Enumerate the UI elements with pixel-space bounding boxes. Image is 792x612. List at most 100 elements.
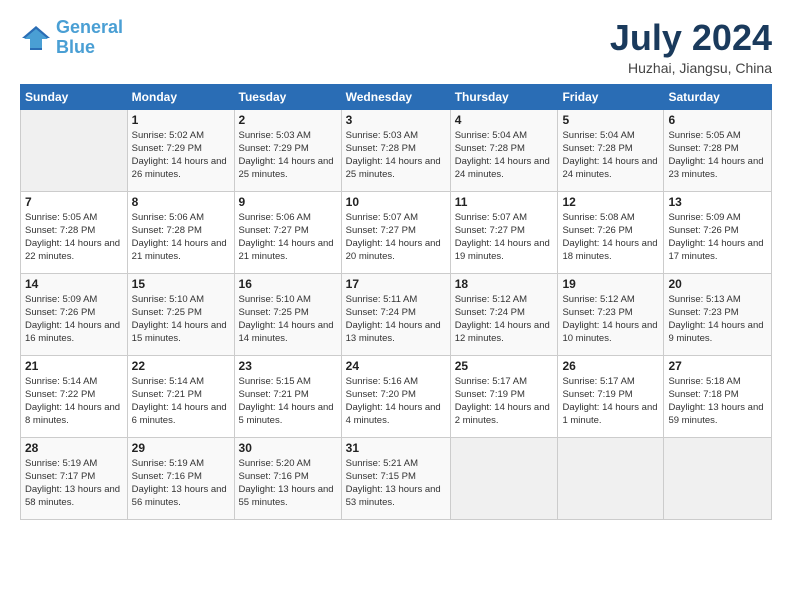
day-info: Sunrise: 5:07 AMSunset: 7:27 PMDaylight:… xyxy=(346,211,446,264)
day-info: Sunrise: 5:04 AMSunset: 7:28 PMDaylight:… xyxy=(455,129,554,182)
calendar-cell: 31 Sunrise: 5:21 AMSunset: 7:15 PMDaylig… xyxy=(341,437,450,519)
logo-icon xyxy=(20,24,52,52)
day-number: 9 xyxy=(239,195,337,209)
logo-text: General Blue xyxy=(56,18,123,58)
logo: General Blue xyxy=(20,18,123,58)
calendar-cell: 16 Sunrise: 5:10 AMSunset: 7:25 PMDaylig… xyxy=(234,273,341,355)
day-info: Sunrise: 5:19 AMSunset: 7:16 PMDaylight:… xyxy=(132,457,230,510)
calendar-cell xyxy=(664,437,772,519)
day-info: Sunrise: 5:20 AMSunset: 7:16 PMDaylight:… xyxy=(239,457,337,510)
col-monday: Monday xyxy=(127,84,234,109)
calendar-cell: 12 Sunrise: 5:08 AMSunset: 7:26 PMDaylig… xyxy=(558,191,664,273)
day-number: 2 xyxy=(239,113,337,127)
day-number: 16 xyxy=(239,277,337,291)
title-block: July 2024 Huzhai, Jiangsu, China xyxy=(610,18,772,76)
day-number: 28 xyxy=(25,441,123,455)
day-info: Sunrise: 5:21 AMSunset: 7:15 PMDaylight:… xyxy=(346,457,446,510)
day-info: Sunrise: 5:06 AMSunset: 7:28 PMDaylight:… xyxy=(132,211,230,264)
calendar-cell: 29 Sunrise: 5:19 AMSunset: 7:16 PMDaylig… xyxy=(127,437,234,519)
day-info: Sunrise: 5:10 AMSunset: 7:25 PMDaylight:… xyxy=(239,293,337,346)
calendar-cell: 13 Sunrise: 5:09 AMSunset: 7:26 PMDaylig… xyxy=(664,191,772,273)
calendar-cell: 21 Sunrise: 5:14 AMSunset: 7:22 PMDaylig… xyxy=(21,355,128,437)
calendar-cell: 14 Sunrise: 5:09 AMSunset: 7:26 PMDaylig… xyxy=(21,273,128,355)
calendar-cell: 4 Sunrise: 5:04 AMSunset: 7:28 PMDayligh… xyxy=(450,109,558,191)
calendar-week-4: 21 Sunrise: 5:14 AMSunset: 7:22 PMDaylig… xyxy=(21,355,772,437)
col-saturday: Saturday xyxy=(664,84,772,109)
calendar-cell xyxy=(450,437,558,519)
calendar-cell: 10 Sunrise: 5:07 AMSunset: 7:27 PMDaylig… xyxy=(341,191,450,273)
calendar-cell: 2 Sunrise: 5:03 AMSunset: 7:29 PMDayligh… xyxy=(234,109,341,191)
calendar-cell xyxy=(21,109,128,191)
day-info: Sunrise: 5:05 AMSunset: 7:28 PMDaylight:… xyxy=(25,211,123,264)
logo-general: General xyxy=(56,17,123,37)
calendar-cell: 27 Sunrise: 5:18 AMSunset: 7:18 PMDaylig… xyxy=(664,355,772,437)
calendar-cell: 20 Sunrise: 5:13 AMSunset: 7:23 PMDaylig… xyxy=(664,273,772,355)
col-friday: Friday xyxy=(558,84,664,109)
calendar-table: Sunday Monday Tuesday Wednesday Thursday… xyxy=(20,84,772,520)
col-tuesday: Tuesday xyxy=(234,84,341,109)
day-number: 4 xyxy=(455,113,554,127)
calendar-cell: 15 Sunrise: 5:10 AMSunset: 7:25 PMDaylig… xyxy=(127,273,234,355)
day-number: 11 xyxy=(455,195,554,209)
day-number: 3 xyxy=(346,113,446,127)
day-info: Sunrise: 5:08 AMSunset: 7:26 PMDaylight:… xyxy=(562,211,659,264)
day-info: Sunrise: 5:16 AMSunset: 7:20 PMDaylight:… xyxy=(346,375,446,428)
calendar-cell: 11 Sunrise: 5:07 AMSunset: 7:27 PMDaylig… xyxy=(450,191,558,273)
calendar-cell: 7 Sunrise: 5:05 AMSunset: 7:28 PMDayligh… xyxy=(21,191,128,273)
day-info: Sunrise: 5:17 AMSunset: 7:19 PMDaylight:… xyxy=(455,375,554,428)
day-info: Sunrise: 5:07 AMSunset: 7:27 PMDaylight:… xyxy=(455,211,554,264)
day-number: 14 xyxy=(25,277,123,291)
calendar-cell: 24 Sunrise: 5:16 AMSunset: 7:20 PMDaylig… xyxy=(341,355,450,437)
day-number: 30 xyxy=(239,441,337,455)
day-number: 22 xyxy=(132,359,230,373)
calendar-cell: 6 Sunrise: 5:05 AMSunset: 7:28 PMDayligh… xyxy=(664,109,772,191)
day-number: 18 xyxy=(455,277,554,291)
col-thursday: Thursday xyxy=(450,84,558,109)
calendar-cell: 22 Sunrise: 5:14 AMSunset: 7:21 PMDaylig… xyxy=(127,355,234,437)
day-info: Sunrise: 5:09 AMSunset: 7:26 PMDaylight:… xyxy=(25,293,123,346)
day-info: Sunrise: 5:05 AMSunset: 7:28 PMDaylight:… xyxy=(668,129,767,182)
calendar-cell: 8 Sunrise: 5:06 AMSunset: 7:28 PMDayligh… xyxy=(127,191,234,273)
calendar-cell: 5 Sunrise: 5:04 AMSunset: 7:28 PMDayligh… xyxy=(558,109,664,191)
day-number: 7 xyxy=(25,195,123,209)
calendar-cell: 1 Sunrise: 5:02 AMSunset: 7:29 PMDayligh… xyxy=(127,109,234,191)
day-number: 23 xyxy=(239,359,337,373)
calendar-week-2: 7 Sunrise: 5:05 AMSunset: 7:28 PMDayligh… xyxy=(21,191,772,273)
calendar-week-1: 1 Sunrise: 5:02 AMSunset: 7:29 PMDayligh… xyxy=(21,109,772,191)
day-number: 1 xyxy=(132,113,230,127)
day-number: 26 xyxy=(562,359,659,373)
day-number: 29 xyxy=(132,441,230,455)
calendar-cell: 25 Sunrise: 5:17 AMSunset: 7:19 PMDaylig… xyxy=(450,355,558,437)
col-wednesday: Wednesday xyxy=(341,84,450,109)
calendar-cell: 17 Sunrise: 5:11 AMSunset: 7:24 PMDaylig… xyxy=(341,273,450,355)
calendar-cell: 26 Sunrise: 5:17 AMSunset: 7:19 PMDaylig… xyxy=(558,355,664,437)
day-info: Sunrise: 5:03 AMSunset: 7:29 PMDaylight:… xyxy=(239,129,337,182)
day-info: Sunrise: 5:11 AMSunset: 7:24 PMDaylight:… xyxy=(346,293,446,346)
calendar-cell: 18 Sunrise: 5:12 AMSunset: 7:24 PMDaylig… xyxy=(450,273,558,355)
page: General Blue July 2024 Huzhai, Jiangsu, … xyxy=(0,0,792,530)
day-number: 27 xyxy=(668,359,767,373)
day-number: 6 xyxy=(668,113,767,127)
day-number: 15 xyxy=(132,277,230,291)
col-sunday: Sunday xyxy=(21,84,128,109)
day-number: 13 xyxy=(668,195,767,209)
day-info: Sunrise: 5:19 AMSunset: 7:17 PMDaylight:… xyxy=(25,457,123,510)
day-number: 21 xyxy=(25,359,123,373)
day-info: Sunrise: 5:18 AMSunset: 7:18 PMDaylight:… xyxy=(668,375,767,428)
day-number: 24 xyxy=(346,359,446,373)
day-info: Sunrise: 5:14 AMSunset: 7:21 PMDaylight:… xyxy=(132,375,230,428)
month-year: July 2024 xyxy=(610,18,772,58)
calendar-cell: 3 Sunrise: 5:03 AMSunset: 7:28 PMDayligh… xyxy=(341,109,450,191)
day-info: Sunrise: 5:04 AMSunset: 7:28 PMDaylight:… xyxy=(562,129,659,182)
day-info: Sunrise: 5:09 AMSunset: 7:26 PMDaylight:… xyxy=(668,211,767,264)
day-number: 5 xyxy=(562,113,659,127)
day-info: Sunrise: 5:15 AMSunset: 7:21 PMDaylight:… xyxy=(239,375,337,428)
logo-blue: Blue xyxy=(56,37,95,57)
header: General Blue July 2024 Huzhai, Jiangsu, … xyxy=(20,18,772,76)
calendar-cell xyxy=(558,437,664,519)
calendar-week-5: 28 Sunrise: 5:19 AMSunset: 7:17 PMDaylig… xyxy=(21,437,772,519)
day-info: Sunrise: 5:13 AMSunset: 7:23 PMDaylight:… xyxy=(668,293,767,346)
day-info: Sunrise: 5:12 AMSunset: 7:23 PMDaylight:… xyxy=(562,293,659,346)
calendar-cell: 23 Sunrise: 5:15 AMSunset: 7:21 PMDaylig… xyxy=(234,355,341,437)
day-info: Sunrise: 5:06 AMSunset: 7:27 PMDaylight:… xyxy=(239,211,337,264)
